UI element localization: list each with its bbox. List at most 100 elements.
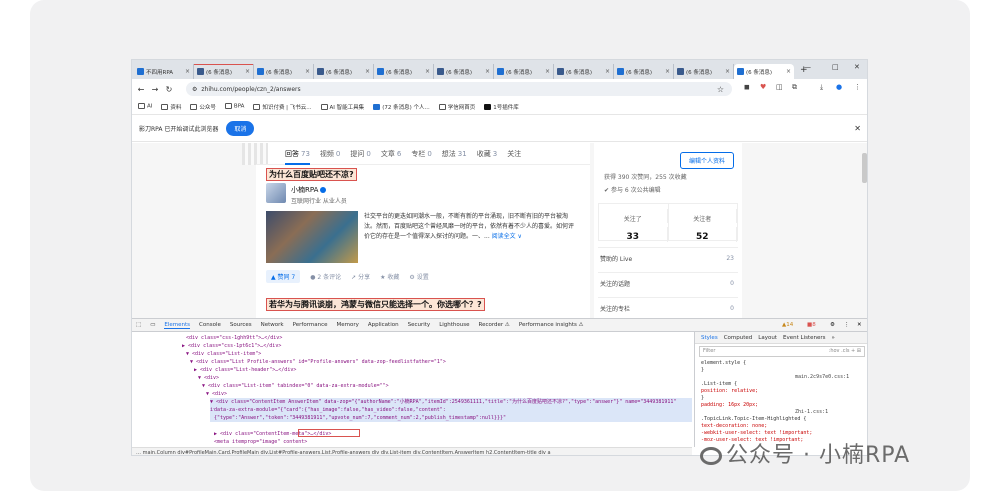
extensions-puzzle-icon[interactable]: ⧉ [792,83,797,92]
read-more-link[interactable]: 阅读全文 ∨ [492,233,522,240]
minimize-button[interactable]: — [804,63,811,71]
dom-node[interactable]: <div class="css-1ghh9tt">…</div> [186,334,282,342]
device-toolbar-icon[interactable]: ▭ [150,322,155,328]
styles-tab[interactable]: Layout [758,335,777,341]
browser-tab[interactable]: (6 条消息) × [494,64,554,79]
tab-3[interactable]: 文章 6 [381,149,401,159]
bookmark-item[interactable]: BPA [224,103,244,110]
tab-close-icon[interactable]: × [545,68,550,75]
styles-tab[interactable]: Event Listeners [783,335,826,341]
devtools-tab[interactable]: Network [261,322,284,328]
browser-tab[interactable]: (6 条消息) × [434,64,494,79]
tab-4[interactable]: 专栏 0 [411,149,431,159]
following-box[interactable]: 关注了 33 [599,204,669,242]
bookmark-item[interactable]: 知识付费 | 飞书云... [253,103,312,111]
tab-2[interactable]: 提问 0 [350,149,370,159]
back-icon[interactable]: ← [134,85,148,94]
cancel-debug-button[interactable]: 取消 [226,121,255,136]
devtools-tab[interactable]: Elements [164,322,191,329]
browser-tab[interactable]: (6 条消息) × [734,64,794,79]
bookmark-item[interactable]: 资料 [161,103,181,111]
close-icon[interactable]: ✕ [854,124,861,133]
devtools-tab[interactable]: Performance [293,322,328,328]
bookmark-item[interactable]: (72 条消息) 个人... [373,103,430,111]
browser-tab[interactable]: (6 条消息) × [314,64,374,79]
bookmark-item[interactable]: AI 智能工具集 [320,103,364,111]
devtools-tab[interactable]: Security [408,322,431,328]
extension-icon[interactable]: ◼ [744,83,750,91]
settings-button[interactable]: ⚙ 设置 [409,272,428,281]
tab-close-icon[interactable]: × [245,68,250,75]
share-button[interactable]: ➚ 分享 [351,272,370,281]
dom-node[interactable]: ▼ <div class="List-item"> [186,350,261,358]
answer-excerpt[interactable]: 社交平台的更迭如同潮水一般，不断有新的平台涌现，旧不断有旧的平台被淘汰。然而，百… [364,212,579,242]
site-info-icon[interactable]: ⚙ [192,86,197,93]
author-name[interactable]: 小楠RPA [291,186,318,194]
answer-thumbnail[interactable] [266,211,358,263]
bookmark-item[interactable]: 学信网首页 [438,103,475,111]
comment-button[interactable]: ● 2 条评论 [310,272,341,281]
sidebar-row[interactable]: 赞助的 Live 23 [598,247,738,269]
styles-tab[interactable]: » [831,335,834,341]
maximize-button[interactable]: □ [832,63,839,71]
tab-close-icon[interactable]: × [605,68,610,75]
styles-tab[interactable]: Styles [701,335,718,341]
forward-icon[interactable]: → [148,85,162,94]
styles-filter-input[interactable]: Filter:hov .cls + ⊞ [699,346,865,357]
bookmark-item[interactable]: AI [138,103,152,110]
bookmark-item[interactable]: 公众号 [190,103,216,111]
tab-close-icon[interactable]: × [786,68,791,75]
devtools-close-icon[interactable]: ✕ [857,322,862,328]
edit-profile-button[interactable]: 编辑个人资料 [680,152,735,169]
dom-node[interactable]: <meta itemprop="image" content> [214,438,307,446]
tab-close-icon[interactable]: × [425,68,430,75]
url-input[interactable]: ⚙ zhihu.com/people/czn_2/answers ☆ [186,82,732,96]
profile-icon[interactable]: ● [836,83,842,91]
bookmark-item[interactable]: 1号插件库 [484,103,519,111]
issues-badge[interactable]: ■8 [807,322,816,328]
sidebar-row[interactable]: 关注的话题 0 [598,272,738,294]
next-question-title[interactable]: 若华为与腾讯谈崩，鸿蒙与微信只能选择一个。你选哪个？? [266,298,485,311]
download-icon[interactable]: ⤓ [820,83,823,92]
tab-5[interactable]: 想法 31 [442,149,467,159]
tab-close-icon[interactable]: × [365,68,370,75]
dom-node[interactable]: ▶ <div class="List-header">…</div> [194,366,296,374]
tab-close-icon[interactable]: × [185,68,190,75]
inspect-icon[interactable]: ⬚ [136,322,141,328]
dom-node[interactable]: ▼ <div class="List-item" tabindex="0" da… [202,382,389,390]
devtools-tab[interactable]: Performance insights ⚠ [519,322,584,328]
devtools-tab[interactable]: Application [368,322,399,328]
devtools-tab[interactable]: Recorder ⚠ [479,322,510,328]
reload-icon[interactable]: ↻ [162,85,176,94]
dom-node[interactable]: ▼ <div> [206,390,227,398]
sidebar-row[interactable]: 关注的专栏 0 [598,297,738,318]
dom-node[interactable]: ▶ <div class="css-1pt6c1">…</div> [182,342,281,350]
answer-question-title[interactable]: 为什么百度贴吧还不凉? [266,168,357,181]
page-scrollbar[interactable] [862,153,867,183]
upvote-button[interactable]: ▲ 赞同 7 [266,270,301,283]
browser-tab[interactable]: (6 条消息) × [614,64,674,79]
dom-node[interactable]: ▼ <div class="List Profile-answers" id="… [190,358,446,366]
tab-close-icon[interactable]: × [305,68,310,75]
devtools-menu-icon[interactable]: ⋮ [844,322,850,328]
devtools-tab[interactable]: Lighthouse [439,322,469,328]
warnings-badge[interactable]: ▲14 [782,322,793,328]
dom-node[interactable]: data-za-extra-module="{"card":{"has_imag… [214,406,692,421]
dom-breadcrumb[interactable]: … main.Column div#ProfileMain.Card.Profi… [132,447,692,455]
browser-tab[interactable]: (6 条消息) × [674,64,734,79]
extension-icon[interactable]: ◫ [776,83,783,91]
avatar[interactable] [266,183,286,203]
browser-tab[interactable]: (6 条消息) × [554,64,614,79]
extension-icon[interactable]: ♥ [760,83,766,91]
browser-tab[interactable]: (6 条消息) × [374,64,434,79]
styles-tab[interactable]: Computed [724,335,753,341]
close-window-button[interactable]: ✕ [854,63,860,71]
tab-close-icon[interactable]: × [725,68,730,75]
tab-1[interactable]: 视频 0 [320,149,340,159]
menu-icon[interactable]: ⋮ [854,83,861,91]
tab-6[interactable]: 收藏 3 [477,149,497,159]
dom-node[interactable]: ▼ <div> [198,374,219,382]
tab-close-icon[interactable]: × [665,68,670,75]
bookmark-star-icon[interactable]: ☆ [717,85,724,94]
browser-tab[interactable]: (6 条消息) × [194,64,254,79]
